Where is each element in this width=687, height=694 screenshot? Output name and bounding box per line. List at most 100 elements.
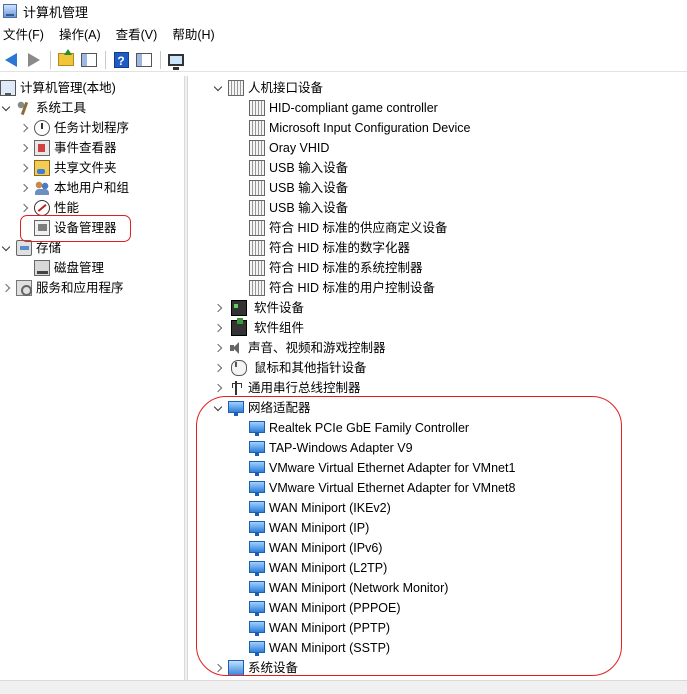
help-button[interactable]: ? — [110, 49, 132, 71]
tree-node-disk-management[interactable]: 磁盘管理 — [30, 258, 104, 278]
category-mice[interactable]: 鼠标和其他指针设备 — [212, 358, 367, 378]
collapse-chevron-icon[interactable] — [18, 198, 30, 218]
console-tree: 计算机管理(本地) 系统工具 任务计划程序 事件查看器 共享文件夹 本地用户和组… — [0, 76, 184, 680]
tree-node-services-apps[interactable]: 服务和应用程序 — [0, 278, 124, 298]
tree-node-storage[interactable]: 存储 — [0, 238, 61, 258]
device-label: 符合 HID 标准的供应商定义设备 — [269, 221, 448, 235]
category-label: 通用串行总线控制器 — [248, 381, 361, 395]
device-item[interactable]: TAP-Windows Adapter V9 — [245, 438, 413, 458]
monitor-button[interactable] — [165, 49, 187, 71]
device-item[interactable]: HID-compliant game controller — [245, 98, 438, 118]
toolbar: ? — [0, 48, 687, 72]
tree-label: 共享文件夹 — [54, 161, 117, 175]
hid-device-icon — [249, 140, 265, 156]
tree-node-shared-folders[interactable]: 共享文件夹 — [18, 158, 117, 178]
menu-view[interactable]: 查看(V) — [113, 24, 162, 46]
collapse-chevron-icon[interactable] — [212, 338, 224, 358]
tree-label: 服务和应用程序 — [36, 281, 124, 295]
category-sound[interactable]: 声音、视频和游戏控制器 — [212, 338, 386, 358]
category-hid[interactable]: 人机接口设备 — [212, 78, 323, 98]
collapse-chevron-icon[interactable] — [18, 158, 30, 178]
menu-file[interactable]: 文件(F) — [0, 24, 48, 46]
device-item[interactable]: WAN Miniport (IKEv2) — [245, 498, 391, 518]
collapse-chevron-icon[interactable] — [212, 378, 224, 398]
collapse-chevron-icon[interactable] — [18, 138, 30, 158]
category-network-adapters[interactable]: 网络适配器 — [212, 398, 311, 418]
device-item[interactable]: Microsoft Input Configuration Device — [245, 118, 470, 138]
device-item[interactable]: USB 输入设备 — [245, 198, 348, 218]
hid-device-icon — [249, 220, 265, 236]
tree-node-performance[interactable]: 性能 — [18, 198, 79, 218]
device-item[interactable]: Realtek PCIe GbE Family Controller — [245, 418, 469, 438]
device-label: Microsoft Input Configuration Device — [269, 121, 471, 135]
tools-icon — [16, 100, 32, 116]
expand-chevron-icon[interactable] — [212, 78, 224, 98]
tree-node-root[interactable]: 计算机管理(本地) — [0, 78, 116, 98]
hid-device-icon — [249, 200, 265, 216]
device-item[interactable]: WAN Miniport (SSTP) — [245, 638, 390, 658]
category-usb-controllers[interactable]: 通用串行总线控制器 — [212, 378, 361, 398]
collapse-chevron-icon[interactable] — [212, 358, 224, 378]
device-item[interactable]: VMware Virtual Ethernet Adapter for VMne… — [245, 458, 515, 478]
collapse-chevron-icon[interactable] — [212, 318, 224, 338]
device-item[interactable]: WAN Miniport (IP) — [245, 518, 369, 538]
device-label: USB 输入设备 — [269, 161, 349, 175]
device-label: VMware Virtual Ethernet Adapter for VMne… — [269, 461, 516, 475]
collapse-chevron-icon[interactable] — [18, 178, 30, 198]
expand-chevron-icon[interactable] — [212, 398, 224, 418]
expand-chevron-icon[interactable] — [0, 238, 12, 258]
device-item[interactable]: WAN Miniport (Network Monitor) — [245, 578, 448, 598]
category-label: 系统设备 — [248, 661, 299, 675]
device-item[interactable]: 符合 HID 标准的用户控制设备 — [245, 278, 435, 298]
show-hide-tree-button[interactable] — [78, 49, 100, 71]
usb-icon — [228, 380, 244, 396]
device-item[interactable]: VMware Virtual Ethernet Adapter for VMne… — [245, 478, 515, 498]
properties-button[interactable] — [133, 49, 155, 71]
properties-icon — [136, 52, 152, 67]
device-item[interactable]: USB 输入设备 — [245, 158, 348, 178]
clock-icon — [34, 120, 50, 136]
tree-node-system-tools[interactable]: 系统工具 — [0, 98, 86, 118]
device-item[interactable]: Oray VHID — [245, 138, 329, 158]
tree-label: 计算机管理(本地) — [20, 81, 116, 95]
tree-node-device-manager[interactable]: 设备管理器 — [30, 218, 117, 238]
back-button[interactable] — [0, 49, 22, 71]
menu-help[interactable]: 帮助(H) — [169, 24, 218, 46]
category-system-devices[interactable]: 系统设备 — [212, 658, 298, 678]
device-item[interactable]: WAN Miniport (IPv6) — [245, 538, 382, 558]
device-label: WAN Miniport (Network Monitor) — [269, 581, 449, 595]
services-icon — [16, 280, 32, 296]
category-software-components[interactable]: 软件组件 — [212, 318, 304, 338]
collapse-chevron-icon[interactable] — [0, 278, 12, 298]
device-item[interactable]: WAN Miniport (PPTP) — [245, 618, 390, 638]
event-viewer-icon — [34, 140, 50, 156]
device-label: WAN Miniport (PPPOE) — [269, 601, 401, 615]
network-adapter-icon — [249, 561, 265, 576]
device-item[interactable]: 符合 HID 标准的系统控制器 — [245, 258, 422, 278]
collapse-chevron-icon[interactable] — [212, 658, 224, 678]
device-item[interactable]: WAN Miniport (L2TP) — [245, 558, 387, 578]
device-item[interactable]: WAN Miniport (PPPOE) — [245, 598, 401, 618]
collapse-chevron-icon[interactable] — [18, 118, 30, 138]
device-item[interactable]: 符合 HID 标准的供应商定义设备 — [245, 218, 447, 238]
computer-management-icon — [3, 4, 17, 18]
toolbar-separator — [105, 50, 106, 69]
forward-button[interactable] — [23, 49, 45, 71]
device-item[interactable]: 符合 HID 标准的数字化器 — [245, 238, 410, 258]
menu-action[interactable]: 操作(A) — [56, 24, 105, 46]
tree-node-task-scheduler[interactable]: 任务计划程序 — [18, 118, 129, 138]
device-label: WAN Miniport (SSTP) — [269, 641, 391, 655]
device-label: WAN Miniport (IPv6) — [269, 541, 383, 555]
up-one-level-button[interactable] — [55, 49, 77, 71]
category-software-devices[interactable]: 软件设备 — [212, 298, 304, 318]
tree-node-event-viewer[interactable]: 事件查看器 — [18, 138, 117, 158]
expand-chevron-icon[interactable] — [0, 98, 12, 118]
device-item[interactable]: USB 输入设备 — [245, 178, 348, 198]
device-label: WAN Miniport (PPTP) — [269, 621, 391, 635]
device-label: Oray VHID — [269, 141, 330, 155]
tree-node-local-users[interactable]: 本地用户和组 — [18, 178, 129, 198]
monitor-icon — [168, 53, 184, 70]
network-adapter-icon — [249, 461, 265, 476]
software-component-icon — [231, 318, 247, 336]
collapse-chevron-icon[interactable] — [212, 298, 224, 318]
